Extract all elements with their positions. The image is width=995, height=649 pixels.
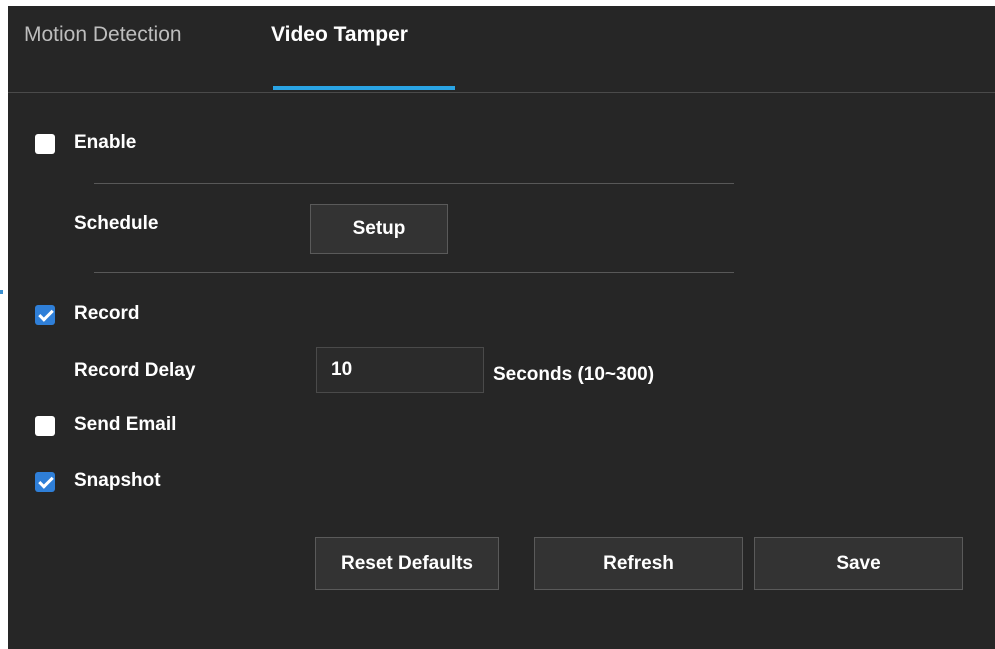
record-delay-unit: Seconds (10~300) xyxy=(493,364,655,385)
divider xyxy=(94,272,734,273)
record-label: Record xyxy=(74,303,140,324)
tab-motion-detection[interactable]: Motion Detection xyxy=(24,6,182,92)
snapshot-label: Snapshot xyxy=(74,470,161,491)
tab-video-tamper[interactable]: Video Tamper xyxy=(271,6,408,92)
schedule-label: Schedule xyxy=(74,213,159,234)
send-email-label: Send Email xyxy=(74,414,177,435)
record-checkbox[interactable] xyxy=(35,305,55,325)
setup-button[interactable]: Setup xyxy=(310,204,448,254)
record-delay-label: Record Delay xyxy=(74,360,196,381)
enable-checkbox[interactable] xyxy=(35,134,55,154)
settings-panel: Motion Detection Video Tamper Enable Sch… xyxy=(8,6,995,649)
side-marker xyxy=(0,290,3,294)
reset-defaults-button[interactable]: Reset Defaults xyxy=(315,537,499,590)
tab-bar: Motion Detection Video Tamper xyxy=(8,6,995,93)
divider xyxy=(94,183,734,184)
refresh-button[interactable]: Refresh xyxy=(534,537,743,590)
active-tab-indicator xyxy=(273,86,455,90)
save-button[interactable]: Save xyxy=(754,537,963,590)
send-email-checkbox[interactable] xyxy=(35,416,55,436)
enable-label: Enable xyxy=(74,132,137,153)
snapshot-checkbox[interactable] xyxy=(35,472,55,492)
record-delay-input[interactable] xyxy=(316,347,484,393)
